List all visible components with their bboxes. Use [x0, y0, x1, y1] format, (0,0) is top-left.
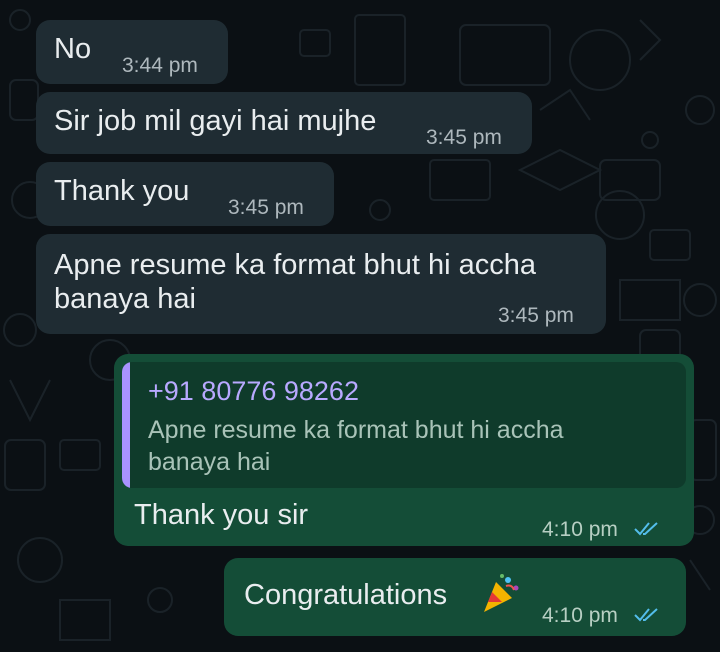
party-popper-icon	[484, 574, 519, 612]
message-text: Sir job mil gayi hai mujhe	[54, 105, 377, 137]
quoted-text: Apne resume ka format bhut hi accha bana…	[148, 414, 564, 478]
incoming-message[interactable]: Thank you 3:45 pm	[36, 162, 334, 226]
message-timestamp: 3:45 pm	[228, 196, 304, 219]
outgoing-message[interactable]: Congratulations 4:10 pm	[224, 558, 686, 636]
message-text: No	[54, 33, 92, 65]
message-timestamp: 3:45 pm	[498, 304, 574, 327]
quoted-sender: +91 80776 98262	[148, 376, 359, 406]
incoming-message[interactable]: Apne resume ka format bhut hi accha bana…	[36, 234, 606, 334]
message-text-line-2: banaya hai	[54, 283, 196, 315]
message-text-line-1: Apne resume ka format bhut hi accha	[54, 249, 536, 281]
message-timestamp: 3:44 pm	[122, 54, 198, 77]
quoted-reply[interactable]: +91 80776 98262 Apne resume ka format bh…	[122, 362, 686, 488]
message-timestamp: 4:10 pm	[542, 604, 618, 627]
incoming-message[interactable]: No 3:44 pm	[36, 20, 228, 84]
incoming-message[interactable]: Sir job mil gayi hai mujhe 3:45 pm	[36, 92, 532, 154]
message-timestamp: 4:10 pm	[542, 518, 618, 541]
quoted-text-line-2: banaya hai	[148, 448, 271, 476]
message-text: Congratulations	[244, 579, 448, 611]
message-text: Thank you sir	[134, 499, 309, 531]
double-check-read-icon	[634, 522, 658, 536]
message-text: Thank you	[54, 175, 190, 207]
double-check-read-icon	[634, 608, 658, 622]
quote-accent-bar	[122, 362, 130, 488]
outgoing-message[interactable]: +91 80776 98262 Apne resume ka format bh…	[114, 354, 694, 546]
quoted-text-line-1: Apne resume ka format bhut hi accha	[148, 416, 564, 444]
message-timestamp: 3:45 pm	[426, 126, 502, 149]
